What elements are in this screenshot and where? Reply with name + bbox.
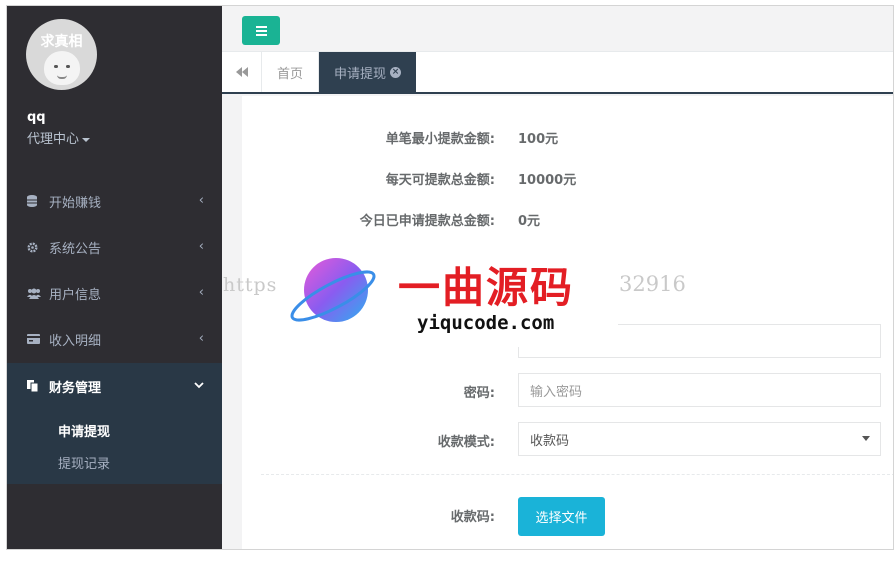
- daily-limit-label: 每天可提款总金额:: [385, 173, 495, 188]
- sidebar: 求真相 qq 代理中心 开始赚钱 ‹ 系统公告 ‹ 用户信息 ‹ 收入明细 ‹ …: [7, 6, 222, 549]
- sidebar-item-announcements[interactable]: 系统公告 ‹: [7, 224, 222, 270]
- close-icon[interactable]: ×: [390, 66, 401, 78]
- chevron-left-icon: ‹: [198, 285, 204, 300]
- sidebar-subitem-withdraw-records[interactable]: 提现记录: [58, 453, 110, 472]
- app-window: 求真相 qq 代理中心 开始赚钱 ‹ 系统公告 ‹ 用户信息 ‹ 收入明细 ‹ …: [6, 5, 894, 550]
- sidebar-item-finance[interactable]: 财务管理: [7, 363, 222, 409]
- hamburger-icon: [255, 29, 267, 32]
- page-tabs: 首页 申请提现 ×: [222, 52, 893, 94]
- payment-qr-label: 收款码:: [450, 510, 495, 525]
- sidebar-item-user-info[interactable]: 用户信息 ‹: [7, 270, 222, 316]
- divider: [261, 474, 893, 475]
- users-icon: [27, 288, 45, 299]
- choose-file-button[interactable]: 选择文件: [518, 497, 605, 536]
- min-amount-value: 100元: [518, 132, 559, 147]
- top-navbar: [222, 6, 893, 52]
- tabs-scroll-left-button[interactable]: [222, 52, 262, 92]
- sidebar-item-start-earning[interactable]: 开始赚钱 ‹: [7, 178, 222, 224]
- watermark-title: 一曲源码: [398, 263, 575, 312]
- menu-toggle-button[interactable]: [242, 16, 280, 45]
- double-chevron-left-icon: [235, 67, 248, 77]
- payment-mode-select[interactable]: 收款码: [518, 422, 881, 456]
- watermark-logo: 一曲源码 yiqucode.com: [280, 236, 618, 347]
- payment-mode-value: 收款码: [530, 433, 570, 449]
- password-label: 密码:: [463, 386, 495, 401]
- chevron-left-icon: ‹: [198, 331, 204, 346]
- user-role-label: 代理中心: [27, 132, 80, 147]
- tab-apply-withdraw[interactable]: 申请提现 ×: [319, 52, 416, 92]
- chevron-left-icon: ‹: [198, 193, 204, 208]
- watermark-domain: yiqucode.com: [417, 312, 555, 334]
- sidebar-item-income[interactable]: 收入明细 ‹: [7, 316, 222, 362]
- payment-mode-label: 收款模式:: [437, 435, 495, 450]
- avatar-eye-left: [54, 65, 58, 68]
- sidebar-item-label: 用户信息: [49, 287, 102, 303]
- sidebar-item-label: 系统公告: [49, 241, 102, 257]
- database-icon: [27, 195, 45, 207]
- password-input[interactable]: 输入密码: [518, 373, 881, 407]
- avatar-eye-right: [66, 65, 70, 68]
- planet-logo-icon: [290, 258, 376, 322]
- sidebar-item-label: 收入明细: [49, 333, 102, 349]
- user-name: qq: [27, 110, 46, 125]
- daily-limit-value: 10000元: [518, 173, 577, 188]
- watermark-url-left: https: [223, 274, 278, 296]
- avatar-text: 求真相: [40, 34, 83, 50]
- today-applied-value: 0元: [518, 214, 541, 229]
- tab-label: 申请提现: [333, 66, 386, 82]
- watermark-url-right: 32916: [619, 272, 686, 296]
- avatar[interactable]: 求真相: [26, 19, 97, 90]
- gear-icon: [27, 242, 45, 253]
- sidebar-subitem-apply-withdraw[interactable]: 申请提现: [58, 421, 110, 440]
- tab-home[interactable]: 首页: [262, 52, 319, 92]
- avatar-face: [44, 51, 80, 85]
- copy-icon: [27, 380, 45, 392]
- user-role-dropdown[interactable]: 代理中心: [27, 128, 91, 147]
- min-amount-label: 单笔最小提款金额:: [385, 132, 495, 147]
- caret-down-icon: [82, 137, 91, 142]
- sidebar-item-label: 财务管理: [49, 380, 102, 396]
- today-applied-label: 今日已申请提款总金额:: [359, 214, 495, 229]
- chevron-down-icon: [194, 378, 204, 393]
- sidebar-item-label: 开始赚钱: [49, 195, 102, 211]
- chevron-left-icon: ‹: [198, 239, 204, 254]
- sidebar-group-finance: 财务管理 申请提现 提现记录: [7, 363, 222, 484]
- card-icon: [27, 334, 45, 344]
- caret-down-icon: [862, 436, 870, 441]
